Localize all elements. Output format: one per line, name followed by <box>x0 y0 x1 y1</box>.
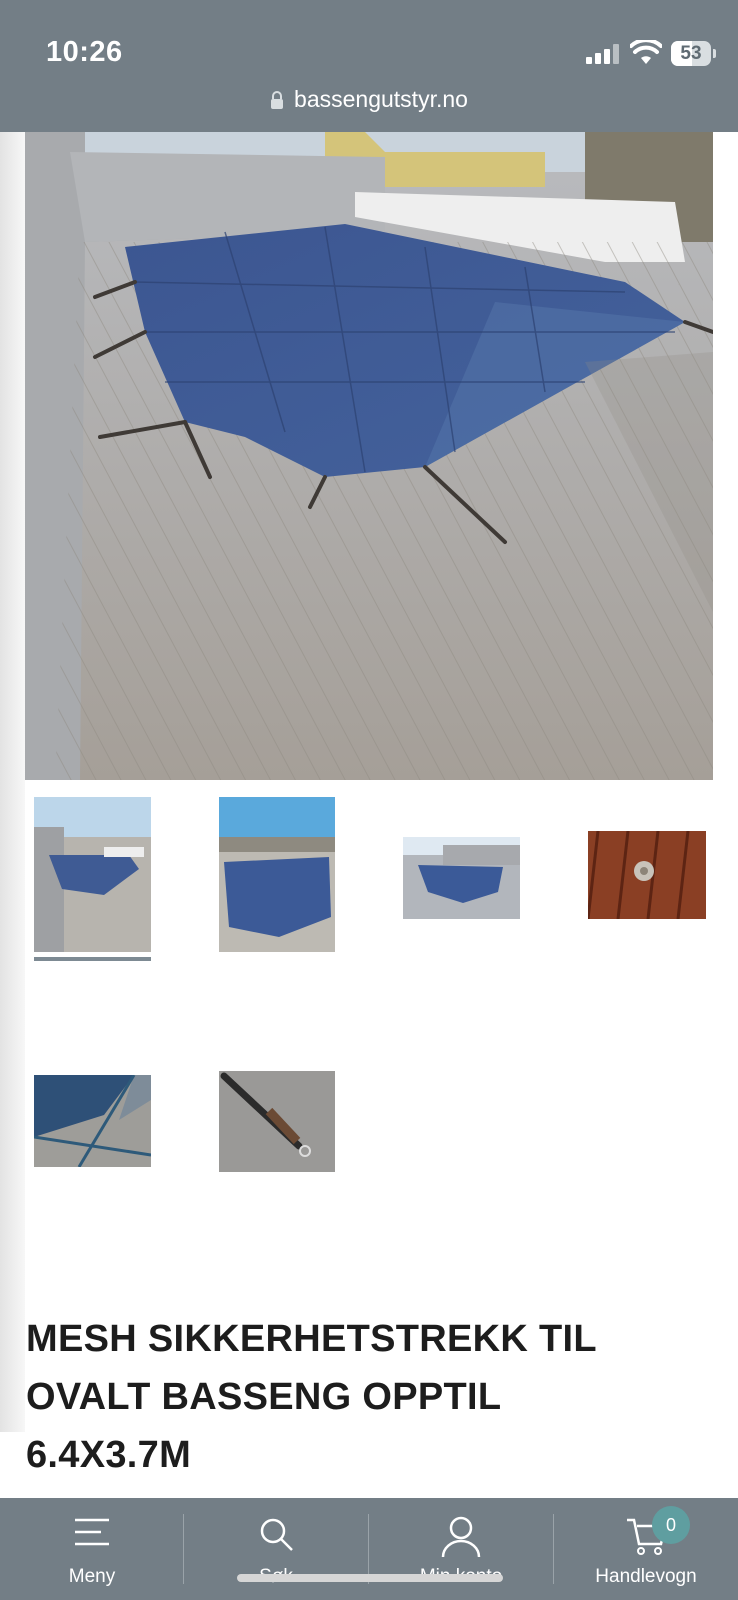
battery-icon: 53 <box>671 41 716 66</box>
product-title-line-2: OVALT BASSENG OPPTIL <box>26 1376 502 1418</box>
nav-menu-label: Meny <box>68 1566 116 1587</box>
thumbnail-3-image <box>403 837 520 919</box>
thumbnail-6[interactable] <box>219 1071 335 1172</box>
cart-count-badge[interactable]: 0 <box>652 1506 690 1544</box>
menu-icon <box>75 1518 109 1546</box>
url-text: bassengutstyr.no <box>294 86 468 112</box>
thumbnail-4-image <box>588 831 706 919</box>
nav-search-button[interactable]: Søk <box>184 1498 368 1600</box>
battery-level: 53 <box>680 43 702 64</box>
cellular-signal-icon <box>586 44 620 64</box>
thumbnail-6-image <box>219 1071 335 1172</box>
product-main-image[interactable] <box>25 132 713 780</box>
lock-icon <box>271 91 284 109</box>
product-title-line-3: 6.4X3.7M <box>26 1434 192 1476</box>
wifi-icon <box>630 40 662 64</box>
thumbnail-1-image <box>34 797 151 952</box>
nav-cart-label: Handlevogn <box>595 1566 697 1587</box>
search-icon <box>260 1518 293 1551</box>
product-title-line-1: MESH SIKKERHETSTREKK TIL <box>26 1318 597 1360</box>
home-indicator[interactable] <box>237 1574 503 1582</box>
thumbnail-5-image <box>34 1075 151 1167</box>
thumbnail-2[interactable] <box>219 797 335 952</box>
bottom-navigation: Meny Søk Min konto Handlevogn <box>0 1498 738 1600</box>
account-icon <box>441 1516 481 1558</box>
nav-cart-button[interactable]: Handlevogn <box>554 1498 738 1600</box>
thumbnail-3[interactable] <box>403 837 520 919</box>
url-bar[interactable]: bassengutstyr.no <box>0 86 738 113</box>
status-time: 10:26 <box>46 36 123 68</box>
active-thumbnail-indicator <box>34 957 151 961</box>
nav-account-button[interactable]: Min konto <box>369 1498 553 1600</box>
browser-header: 10:26 53 bassengutstyr.no <box>0 0 738 132</box>
page-edge-shadow <box>0 132 25 1432</box>
pool-cover-photo <box>25 132 713 780</box>
nav-menu-button[interactable]: Meny <box>0 1498 184 1600</box>
product-title: MESH SIKKERHETSTREKK TIL OVALT BASSENG O… <box>26 1310 716 1484</box>
thumbnail-5[interactable] <box>34 1075 151 1167</box>
thumbnail-2-image <box>219 797 335 952</box>
thumbnail-1[interactable] <box>34 797 151 952</box>
thumbnail-4[interactable] <box>588 831 706 919</box>
